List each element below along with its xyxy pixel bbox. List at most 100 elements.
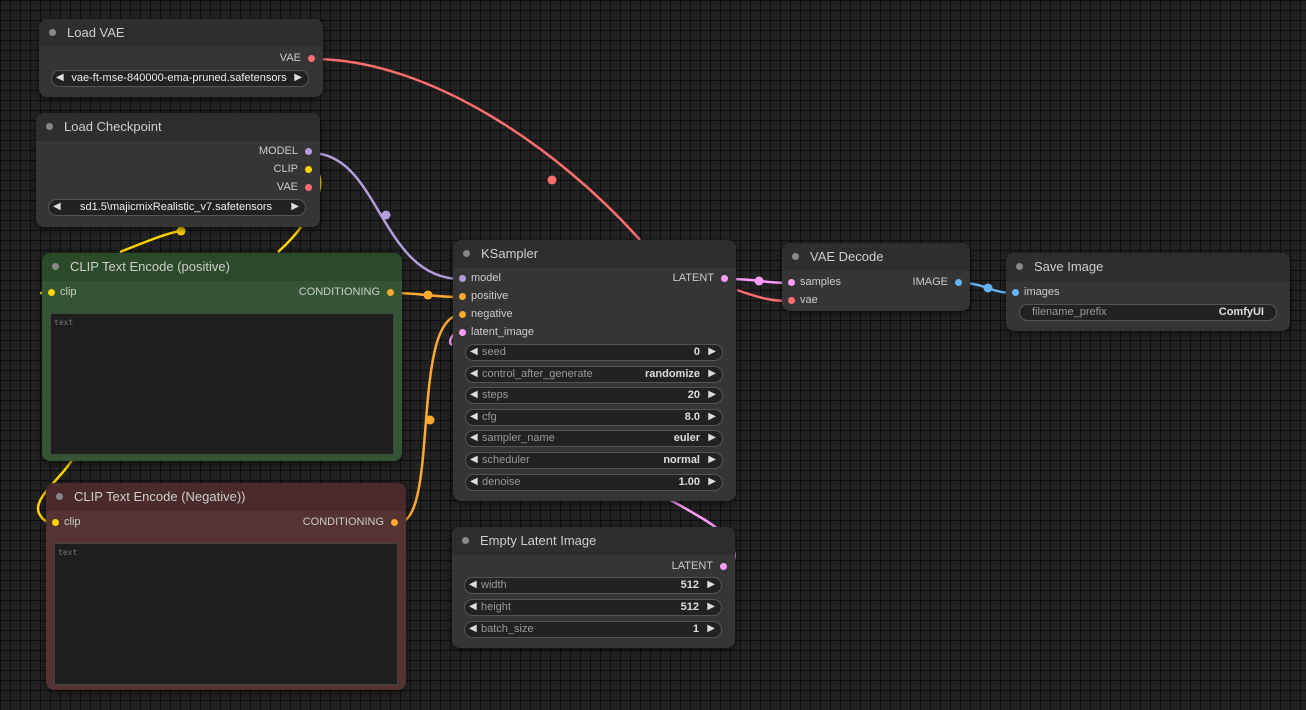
arrow-left-icon[interactable]: ◀ xyxy=(56,72,64,83)
input-dot-icon[interactable] xyxy=(52,519,59,526)
node-header[interactable]: VAE Decode xyxy=(782,243,970,271)
output-dot-icon[interactable] xyxy=(721,275,728,282)
link-latent-midpoint[interactable] xyxy=(754,276,764,286)
link-conditioning-negative-midpoint[interactable] xyxy=(425,415,435,425)
input-dot-icon[interactable] xyxy=(459,329,466,336)
node-header[interactable]: Load Checkpoint xyxy=(36,113,320,141)
input-dot-icon[interactable] xyxy=(459,275,466,282)
arrow-right-icon[interactable]: ▶ xyxy=(708,389,716,400)
arrow-right-icon[interactable]: ▶ xyxy=(707,579,715,590)
node-header[interactable]: Save Image xyxy=(1006,253,1290,281)
collapse-dot-icon[interactable] xyxy=(52,263,59,270)
widget-label: cfg xyxy=(482,411,497,423)
output-dot-icon[interactable] xyxy=(305,184,312,191)
node-save-image[interactable]: Save Image images filename_prefix ComfyU… xyxy=(1006,253,1290,331)
filename-prefix-widget[interactable]: filename_prefix ComfyUI xyxy=(1019,304,1277,321)
denoise-widget[interactable]: ◀ denoise 1.00 ▶ xyxy=(465,474,723,491)
collapse-dot-icon[interactable] xyxy=(463,250,470,257)
node-empty-latent-image[interactable]: Empty Latent Image LATENT ◀ width 512 ▶ … xyxy=(452,527,735,648)
node-header[interactable]: Load VAE xyxy=(39,19,323,47)
input-dot-icon[interactable] xyxy=(1012,289,1019,296)
arrow-right-icon[interactable]: ▶ xyxy=(708,411,716,422)
node-load-vae[interactable]: Load VAE VAE ◀ vae-ft-mse-840000-ema-pru… xyxy=(39,19,323,97)
ckpt-name-combo[interactable]: ◀ sd1.5\majicmixRealistic_v7.safetensors… xyxy=(48,199,306,216)
slot-row: model LATENT xyxy=(453,271,736,289)
node-ksampler[interactable]: KSampler model LATENT positive negative … xyxy=(453,240,736,501)
node-header[interactable]: Empty Latent Image xyxy=(452,527,735,555)
slot-row: negative xyxy=(453,307,736,325)
node-header[interactable]: KSampler xyxy=(453,240,736,268)
cfg-widget[interactable]: ◀ cfg 8.0 ▶ xyxy=(465,409,723,426)
arrow-left-icon[interactable]: ◀ xyxy=(470,454,478,465)
arrow-left-icon[interactable]: ◀ xyxy=(470,368,478,379)
node-clip-text-encode-negative[interactable]: CLIP Text Encode (Negative)) clip CONDIT… xyxy=(46,483,406,690)
link-clip-midpoint[interactable] xyxy=(176,226,186,236)
input-dot-icon[interactable] xyxy=(459,293,466,300)
arrow-right-icon[interactable]: ▶ xyxy=(708,476,716,487)
arrow-right-icon[interactable]: ▶ xyxy=(707,623,715,634)
input-dot-icon[interactable] xyxy=(459,311,466,318)
output-dot-icon[interactable] xyxy=(305,166,312,173)
arrow-right-icon[interactable]: ▶ xyxy=(708,368,716,379)
arrow-left-icon[interactable]: ◀ xyxy=(469,579,477,590)
arrow-left-icon[interactable]: ◀ xyxy=(470,411,478,422)
scheduler-widget[interactable]: ◀ scheduler normal ▶ xyxy=(465,452,723,469)
widget-label: width xyxy=(481,579,507,591)
arrow-right-icon[interactable]: ▶ xyxy=(708,346,716,357)
prompt-textarea[interactable]: text xyxy=(50,313,394,455)
output-slot-model[interactable]: MODEL xyxy=(36,144,320,162)
arrow-left-icon[interactable]: ◀ xyxy=(470,476,478,487)
collapse-dot-icon[interactable] xyxy=(1016,263,1023,270)
input-dot-icon[interactable] xyxy=(48,289,55,296)
arrow-left-icon[interactable]: ◀ xyxy=(470,432,478,443)
height-widget[interactable]: ◀ height 512 ▶ xyxy=(464,599,722,616)
arrow-right-icon[interactable]: ▶ xyxy=(294,72,302,83)
collapse-dot-icon[interactable] xyxy=(56,493,63,500)
output-slot-latent[interactable]: LATENT xyxy=(452,559,735,577)
input-dot-icon[interactable] xyxy=(788,279,795,286)
node-header[interactable]: CLIP Text Encode (Negative)) xyxy=(46,483,406,511)
input-dot-icon[interactable] xyxy=(788,297,795,304)
arrow-right-icon[interactable]: ▶ xyxy=(708,432,716,443)
output-dot-icon[interactable] xyxy=(391,519,398,526)
link-conditioning-positive-midpoint[interactable] xyxy=(423,290,433,300)
slot-row: latent_image xyxy=(453,325,736,343)
arrow-right-icon[interactable]: ▶ xyxy=(707,601,715,612)
seed-widget[interactable]: ◀ seed 0 ▶ xyxy=(465,344,723,361)
sampler-name-widget[interactable]: ◀ sampler_name euler ▶ xyxy=(465,430,723,447)
output-dot-icon[interactable] xyxy=(308,55,315,62)
steps-widget[interactable]: ◀ steps 20 ▶ xyxy=(465,387,723,404)
output-slot-vae[interactable]: VAE xyxy=(36,180,320,198)
batch-size-widget[interactable]: ◀ batch_size 1 ▶ xyxy=(464,621,722,638)
vae-name-combo[interactable]: ◀ vae-ft-mse-840000-ema-pruned.safetenso… xyxy=(51,70,309,87)
link-vae-midpoint[interactable] xyxy=(547,175,557,185)
node-canvas[interactable]: Load VAE VAE ◀ vae-ft-mse-840000-ema-pru… xyxy=(0,0,1306,710)
node-clip-text-encode-positive[interactable]: CLIP Text Encode (positive) clip CONDITI… xyxy=(42,253,402,461)
output-dot-icon[interactable] xyxy=(305,148,312,155)
arrow-left-icon[interactable]: ◀ xyxy=(470,346,478,357)
output-slot-clip[interactable]: CLIP xyxy=(36,162,320,180)
arrow-left-icon[interactable]: ◀ xyxy=(470,389,478,400)
output-dot-icon[interactable] xyxy=(387,289,394,296)
arrow-right-icon[interactable]: ▶ xyxy=(291,201,299,212)
node-title: Load VAE xyxy=(67,25,125,40)
collapse-dot-icon[interactable] xyxy=(49,29,56,36)
output-dot-icon[interactable] xyxy=(720,563,727,570)
output-dot-icon[interactable] xyxy=(955,279,962,286)
node-vae-decode[interactable]: VAE Decode samples IMAGE vae xyxy=(782,243,970,311)
output-slot-vae[interactable]: VAE xyxy=(39,51,323,69)
arrow-left-icon[interactable]: ◀ xyxy=(469,601,477,612)
control-after-generate-widget[interactable]: ◀ control_after_generate randomize ▶ xyxy=(465,366,723,383)
collapse-dot-icon[interactable] xyxy=(46,123,53,130)
prompt-textarea[interactable]: text xyxy=(54,543,398,685)
arrow-left-icon[interactable]: ◀ xyxy=(469,623,477,634)
link-model-midpoint[interactable] xyxy=(381,210,391,220)
node-header[interactable]: CLIP Text Encode (positive) xyxy=(42,253,402,281)
collapse-dot-icon[interactable] xyxy=(792,253,799,260)
arrow-right-icon[interactable]: ▶ xyxy=(708,454,716,465)
arrow-left-icon[interactable]: ◀ xyxy=(53,201,61,212)
width-widget[interactable]: ◀ width 512 ▶ xyxy=(464,577,722,594)
collapse-dot-icon[interactable] xyxy=(462,537,469,544)
link-image-midpoint[interactable] xyxy=(983,283,993,293)
node-load-checkpoint[interactable]: Load Checkpoint MODEL CLIP VAE ◀ sd1.5\m… xyxy=(36,113,320,227)
